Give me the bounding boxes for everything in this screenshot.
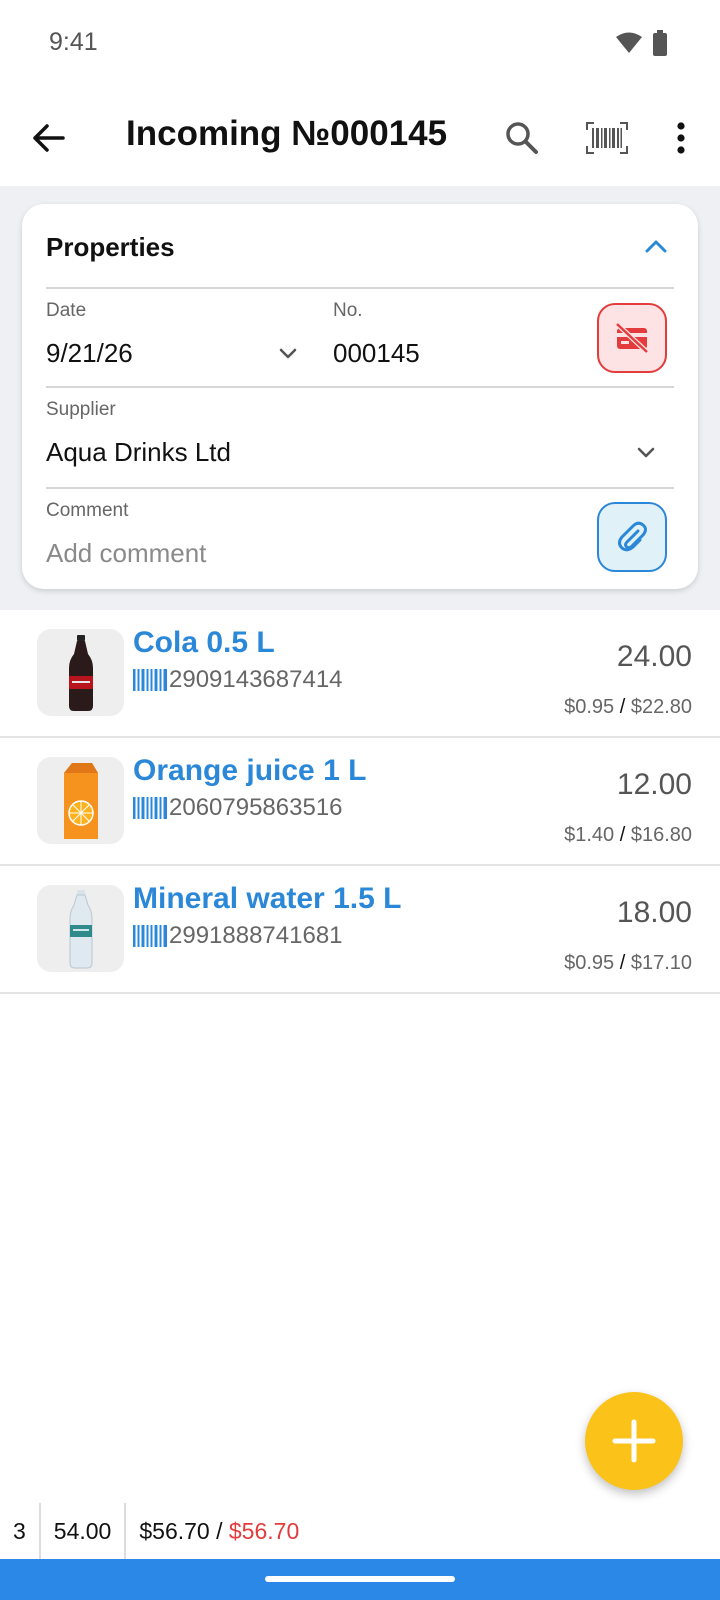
price-separator: / <box>619 952 626 974</box>
totals-bar: 3 54.00 $56.70 / $56.70 <box>0 1503 720 1559</box>
card-off-icon <box>615 322 649 354</box>
date-field[interactable]: 9/21/26 <box>46 338 133 369</box>
item-quantity: 12.00 <box>616 768 692 801</box>
collapse-button[interactable] <box>636 226 676 266</box>
status-bar: 9:41 <box>0 0 720 88</box>
number-field[interactable]: 000145 <box>333 338 420 369</box>
product-image <box>37 885 124 972</box>
item-barcode: 2060795863516 <box>133 794 343 822</box>
item-price: $0.95 / $17.10 <box>564 952 692 975</box>
battery-icon <box>652 30 668 61</box>
item-name: Mineral water 1.5 L <box>133 882 402 915</box>
unit-price: $1.40 <box>564 824 615 846</box>
date-label: Date <box>46 300 87 321</box>
barcode-icon <box>133 925 167 947</box>
payment-off-button[interactable] <box>597 303 667 373</box>
search-icon <box>506 122 538 154</box>
item-price: $1.40 / $16.80 <box>564 824 692 847</box>
barcode-text: 2909143687414 <box>169 666 343 693</box>
barcode-icon <box>133 669 167 691</box>
unit-price: $0.95 <box>564 696 615 718</box>
properties-card: Properties Date 9/21/26 No. 000145 Suppl… <box>22 204 698 589</box>
item-list: Cola 0.5 L 2909143687414 24.00 $0.95 / $… <box>0 610 720 994</box>
barcode-scan-button[interactable] <box>579 110 635 166</box>
item-name: Cola 0.5 L <box>133 626 275 659</box>
status-icons <box>616 30 668 61</box>
total-quantity: 54.00 <box>41 1503 127 1559</box>
divider <box>46 287 674 289</box>
more-button[interactable] <box>654 110 708 166</box>
back-arrow-icon <box>33 124 65 152</box>
price-separator: / <box>619 696 626 718</box>
comment-field[interactable]: Add comment <box>46 538 206 569</box>
line-total: $17.10 <box>630 952 692 974</box>
search-button[interactable] <box>494 110 550 166</box>
product-image <box>37 629 124 716</box>
item-barcode: 2991888741681 <box>133 922 343 950</box>
toolbar: Incoming №000145 <box>0 88 720 186</box>
item-quantity: 18.00 <box>616 896 692 929</box>
supplier-dropdown[interactable] <box>634 441 658 465</box>
properties-title: Properties <box>46 232 175 262</box>
wifi-icon <box>616 32 642 59</box>
page-title: Incoming №000145 <box>126 114 448 153</box>
add-item-button[interactable] <box>585 1392 683 1490</box>
back-button[interactable] <box>22 112 74 164</box>
supplier-label: Supplier <box>46 399 116 420</box>
list-item[interactable]: Mineral water 1.5 L 2991888741681 18.00 … <box>0 866 720 994</box>
barcode-icon <box>133 797 167 819</box>
unit-price: $0.95 <box>564 952 615 974</box>
barcode-scan-icon <box>586 122 628 154</box>
list-item[interactable]: Orange juice 1 L 2060795863516 12.00 $1.… <box>0 738 720 866</box>
attach-button[interactable] <box>597 502 667 572</box>
comment-label: Comment <box>46 500 129 521</box>
chevron-down-icon <box>637 447 655 458</box>
total-amount: $56.70 / $56.70 <box>126 1503 312 1559</box>
total-count: 3 <box>0 1503 41 1559</box>
number-label: No. <box>333 300 363 321</box>
price-separator: / <box>619 824 626 846</box>
orange-juice-carton-icon <box>63 762 98 839</box>
total-amount-due: $56.70 <box>228 1517 300 1544</box>
item-barcode: 2909143687414 <box>133 666 343 694</box>
list-item[interactable]: Cola 0.5 L 2909143687414 24.00 $0.95 / $… <box>0 610 720 738</box>
cola-bottle-icon <box>68 634 93 711</box>
date-dropdown[interactable] <box>276 342 300 366</box>
line-total: $22.80 <box>630 696 692 718</box>
divider <box>46 487 674 489</box>
divider <box>46 386 674 388</box>
item-name: Orange juice 1 L <box>133 754 367 787</box>
more-vert-icon <box>677 122 685 154</box>
water-bottle-icon <box>69 889 92 968</box>
supplier-field[interactable]: Aqua Drinks Ltd <box>46 437 231 468</box>
line-total: $16.80 <box>630 824 692 846</box>
total-amount-value: $56.70 <box>139 1517 210 1544</box>
chevron-down-icon <box>279 348 297 359</box>
item-quantity: 24.00 <box>616 640 692 673</box>
barcode-text: 2060795863516 <box>169 794 343 821</box>
system-nav-bar <box>0 1559 720 1600</box>
chevron-up-icon <box>645 240 667 253</box>
item-price: $0.95 / $22.80 <box>564 696 692 719</box>
barcode-text: 2991888741681 <box>169 922 343 949</box>
status-time: 9:41 <box>49 28 98 56</box>
product-image <box>37 757 124 844</box>
paperclip-icon <box>618 521 647 552</box>
plus-icon <box>612 1419 656 1463</box>
home-indicator[interactable] <box>265 1576 455 1582</box>
total-separator: / <box>216 1517 223 1544</box>
